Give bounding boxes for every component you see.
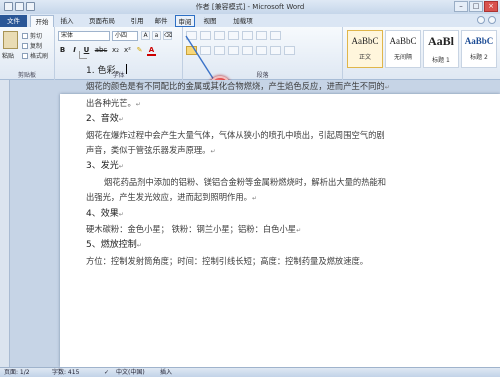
tab-file[interactable]: 文件 (0, 15, 27, 27)
style-preview: AaBl (427, 34, 454, 48)
clipboard-group-label: 剪贴板 (17, 72, 36, 79)
style-name: 标题 1 (432, 57, 450, 64)
list-buttons (186, 31, 281, 40)
title-bar: 作者 [兼容模式] - Microsoft Word – □ × (0, 0, 500, 14)
line-spacing-icon[interactable] (256, 46, 267, 55)
help-icon[interactable] (488, 16, 496, 24)
doc-line: 烟花药品剂中添加的铝粉、镁铝合金粉等金属粉燃烧时，解析出大量的热能和 (104, 176, 387, 187)
highlight-icon[interactable]: ✎ (135, 46, 144, 56)
subscript-button[interactable]: x₂ (111, 46, 120, 56)
doc-line: 出强光，产生发光效应，进而起到照明作用。↵ (86, 192, 257, 203)
style-preview: AaBbC (351, 36, 379, 46)
doc-line: 3、发光↵ (86, 161, 124, 172)
tab-addins[interactable]: 加载项 (228, 15, 258, 27)
distribute-icon[interactable] (242, 46, 253, 55)
numbering-icon[interactable] (200, 31, 211, 40)
doc-line: 1. 色彩。 (86, 64, 446, 79)
clipboard-group: 粘贴 剪切 复制 格式刷 剪贴板 (0, 27, 55, 80)
insert-mode[interactable]: 插入 (160, 368, 172, 377)
format-painter-button[interactable]: 格式刷 (22, 51, 48, 60)
doc-line: 方位：控制发射筒角度；时间：控制引线长短；高度：控制药量及燃放速度。 (86, 255, 369, 266)
doc-line: 烟花的颜色是有不同配比的金属或其化合物燃烧，产生焰色反应，进而产生不同的↵ (86, 81, 390, 92)
doc-line: 硬木碳粉：金色小星； 铁粉：钢兰小星；铝粉：白色小星↵ (86, 224, 302, 235)
brush-icon (22, 53, 28, 59)
shrink-font-icon[interactable]: a (152, 31, 161, 40)
scissors-icon (22, 33, 28, 39)
language-indicator[interactable]: 中文(中国) (116, 368, 145, 377)
word-count[interactable]: 字数: 415 (52, 368, 79, 377)
align-center-icon[interactable] (200, 46, 211, 55)
border-icon[interactable] (284, 46, 295, 55)
tab-references[interactable]: 引用 (127, 15, 147, 27)
doc-line: 声音，类似于管弦乐器发声原理。↵ (86, 145, 216, 156)
sort-icon[interactable] (256, 31, 267, 40)
text-caret (126, 64, 128, 74)
cut-button[interactable]: 剪切 (22, 31, 42, 40)
window-title: 作者 [兼容模式] - Microsoft Word (195, 3, 305, 11)
style-name: 标题 2 (470, 54, 488, 61)
bold-button[interactable]: B (58, 46, 67, 56)
superscript-button[interactable]: x² (123, 46, 132, 56)
font-size-select[interactable]: 小四 (112, 31, 138, 41)
doc-line: 5、燃放控制↵ (86, 240, 142, 251)
font-name-select[interactable]: 宋体 (58, 31, 110, 41)
shading-icon[interactable] (270, 46, 281, 55)
paste-button[interactable]: 粘贴 (2, 51, 14, 60)
decrease-indent-icon[interactable] (228, 31, 239, 40)
style-preview: AaBbC (464, 36, 494, 46)
align-buttons (186, 46, 295, 55)
style-name: 正文 (358, 54, 371, 61)
tab-mailings[interactable]: 邮件 (152, 15, 170, 27)
multilevel-list-icon[interactable] (214, 31, 225, 40)
minimize-button[interactable]: – (454, 1, 468, 12)
status-bar: 页面: 1/2 字数: 415 ✓ 中文(中国) 插入 (0, 367, 500, 377)
minimize-ribbon-icon[interactable] (477, 16, 485, 24)
maximize-button[interactable]: □ (469, 1, 483, 12)
font-color-icon[interactable]: A (147, 46, 156, 56)
font-style-buttons: B I U abc x₂ x² ✎ A (58, 46, 156, 56)
vertical-ruler (0, 80, 10, 367)
page-count[interactable]: 页面: 1/2 (4, 368, 30, 377)
close-button[interactable]: × (484, 1, 498, 12)
italic-button[interactable]: I (70, 46, 79, 56)
increase-indent-icon[interactable] (242, 31, 253, 40)
doc-line: 4、效果↵ (86, 208, 124, 219)
style-normal[interactable]: AaBbC 正文 (347, 30, 383, 68)
tab-home[interactable]: 开始 (30, 15, 54, 27)
proofing-icon[interactable]: ✓ (104, 368, 109, 377)
doc-line: 烟花在爆炸过程中会产生大量气体，气体从狭小的喷孔中喷出，引起周围空气的剧 (86, 129, 385, 140)
clear-format-icon[interactable]: ⌫ (163, 31, 172, 40)
tab-review[interactable]: 审阅 (175, 15, 195, 27)
justify-icon[interactable] (228, 46, 239, 55)
word-window: 作者 [兼容模式] - Microsoft Word – □ × 文件 开始 插… (0, 0, 500, 377)
style-name: 无间隔 (393, 54, 412, 61)
style-no-spacing[interactable]: AaBbC 无间隔 (385, 30, 421, 68)
copy-button[interactable]: 复制 (22, 41, 42, 50)
style-heading-1[interactable]: AaBl 标题 1 (423, 30, 459, 68)
tab-insert[interactable]: 插入 (57, 15, 77, 27)
ribbon-tabs: 文件 开始 插入 页面布局 引用 邮件 审阅 视图 加载项 (0, 14, 500, 27)
font-size-buttons: A a ⌫ (141, 31, 172, 40)
document-text[interactable]: 1. 色彩。 烟花的颜色是有不同配比的金属或其化合物燃烧，产生焰色反应，进而产生… (86, 64, 446, 269)
show-marks-icon[interactable] (270, 31, 281, 40)
paste-icon[interactable] (3, 31, 18, 49)
page-margin-marker (79, 51, 87, 59)
copy-icon (22, 43, 28, 49)
strikethrough-button[interactable]: abc (94, 46, 108, 56)
align-right-icon[interactable] (214, 46, 225, 55)
ribbon-right-controls (477, 16, 496, 24)
tab-page-layout[interactable]: 页面布局 (86, 15, 118, 27)
doc-line: 2、音效↵ (86, 114, 124, 125)
style-preview: AaBbC (389, 36, 417, 46)
align-left-icon[interactable] (186, 46, 197, 55)
tab-view[interactable]: 视图 (200, 15, 220, 27)
doc-line: 出各种光芒。↵ (86, 97, 141, 108)
window-controls: – □ × (454, 1, 498, 12)
bullets-icon[interactable] (186, 31, 197, 40)
style-heading-2[interactable]: AaBbC 标题 2 (461, 30, 497, 68)
grow-font-icon[interactable]: A (141, 31, 150, 40)
